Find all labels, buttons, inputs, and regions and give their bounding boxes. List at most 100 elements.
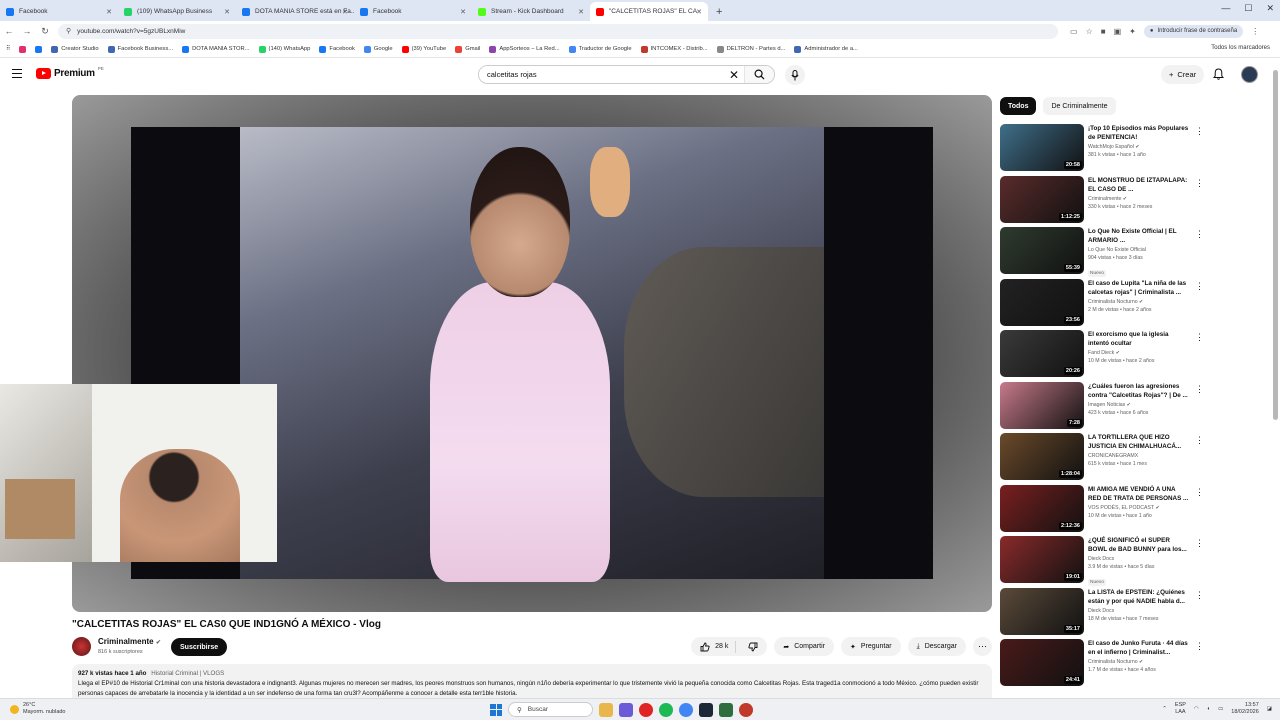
recommended-video[interactable]: 35:17 La LISTA de EPSTEIN: ¿Quiénes están… [1000, 587, 1210, 640]
video-thumbnail[interactable]: 19:01 [1000, 536, 1084, 583]
video-thumbnail[interactable]: 55:39 [1000, 227, 1084, 274]
puzzle-icon[interactable]: ✦ [1129, 27, 1136, 36]
recommended-video[interactable]: 19:01 ¿QUÉ SIGNIFICÓ el SUPER BOWL de BAD… [1000, 536, 1210, 588]
bookmark-item[interactable] [35, 45, 43, 53]
recommended-video[interactable]: 20:58 ¡Top 10 Episodios más Populares de … [1000, 124, 1210, 176]
clear-search-icon[interactable]: ✕ [724, 68, 744, 82]
browser-tab[interactable]: Facebook ✕ [354, 2, 472, 21]
bookmark-item[interactable]: Google [363, 45, 393, 53]
recommended-video[interactable]: 23:56 El caso de Lupita "La niña de las c… [1000, 278, 1210, 331]
video-title-link[interactable]: El caso de Junko Furuta · 44 días en el … [1088, 639, 1190, 657]
chip-all[interactable]: Todos [1000, 97, 1037, 115]
video-title-link[interactable]: ¿QUÉ SIGNIFICÓ el SUPER BOWL de BAD BUNN… [1088, 536, 1190, 554]
recommended-video[interactable]: 1:12:25 EL MONSTRUO DE IZTAPALAPA: EL CAS… [1000, 175, 1210, 228]
bookmark-item[interactable]: AppSorteos – La Red... [489, 45, 560, 53]
reload-icon[interactable]: ↻ [36, 26, 54, 37]
video-thumbnail[interactable]: 7:28 [1000, 381, 1084, 429]
recommended-video[interactable]: 20:26 El exorcismo que la iglesia intentó… [1000, 330, 1210, 382]
video-title-link[interactable]: LA TORTILLERA QUE HIZO JUSTICIA EN CHIMA… [1088, 433, 1190, 451]
video-channel[interactable]: Criminalista Nocturno ✔ [1088, 299, 1190, 305]
browser-tab[interactable]: Stream - Kick Dashboard ✕ [472, 2, 590, 21]
opera-icon[interactable] [639, 702, 653, 717]
video-title-link[interactable]: La LISTA de EPSTEIN: ¿Quiénes están y po… [1088, 588, 1190, 606]
channel-name[interactable]: Criminalmente ✔ [98, 637, 161, 646]
notification-center-icon[interactable]: ◪ [1267, 706, 1272, 712]
new-tab-button[interactable]: + [708, 2, 730, 21]
bookmark-item[interactable]: DELTRON - Partes d... [716, 45, 785, 53]
page-scrollbar[interactable] [1273, 70, 1278, 420]
bookmark-item[interactable]: Facebook [319, 45, 355, 53]
dislike-button[interactable] [741, 642, 767, 652]
browser-tab[interactable]: DOTA MANIA STORE está en Fa... ✕ [236, 2, 354, 21]
bookmark-item[interactable]: DOTA MANIA STOR... [182, 45, 250, 53]
maximize-icon[interactable]: ☐ [1244, 3, 1252, 14]
notifications-button[interactable] [1212, 67, 1225, 85]
language-indicator[interactable]: ESP LAA [1175, 702, 1186, 716]
back-icon[interactable]: ← [0, 26, 18, 36]
extension-icon[interactable]: ■ [1101, 27, 1106, 36]
recommended-video[interactable]: 7:28 ¿Cuáles fueron las agresiones contra… [1000, 381, 1210, 434]
video-thumbnail[interactable]: 23:56 [1000, 278, 1084, 326]
app-icon[interactable] [719, 702, 733, 717]
youtube-logo[interactable]: Premium PE [36, 66, 104, 79]
bookmark-item[interactable]: (140) WhatsApp [258, 45, 310, 53]
browser-tab[interactable]: Facebook ✕ [0, 2, 118, 21]
all-bookmarks[interactable]: Todos los marcadores [1211, 45, 1270, 51]
more-options-icon[interactable]: ⋮ [1195, 538, 1204, 549]
more-options-icon[interactable]: ⋮ [1195, 178, 1204, 189]
more-options-icon[interactable]: ⋮ [1195, 281, 1204, 292]
video-thumbnail[interactable]: 35:17 [1000, 587, 1084, 635]
more-options-icon[interactable]: ⋮ [1195, 641, 1204, 652]
weather-widget[interactable]: 26°C Mayorm. nublado [10, 702, 66, 716]
cast-icon[interactable]: ▭ [1070, 27, 1078, 36]
profile-button[interactable]: ● Introducir frase de contraseña [1143, 24, 1244, 38]
video-thumbnail[interactable]: 1:12:25 [1000, 175, 1084, 223]
bookmark-item[interactable]: Administrador de a... [794, 45, 858, 53]
like-button[interactable]: 28 k [691, 640, 737, 653]
bookmark-item[interactable] [19, 45, 27, 53]
browser-tab[interactable]: "CALCETITAS ROJAS" EL CA ✕ [590, 2, 708, 21]
apps-grid-icon[interactable]: ⠿ [6, 46, 10, 52]
recommended-video[interactable]: 2:12:36 MI AMIGA ME VENDIÓ A UNA RED DE T… [1000, 484, 1210, 537]
video-channel[interactable]: WatchMojo Español ✔ [1088, 144, 1190, 150]
taskbar-search[interactable]: ⚲ Buscar [508, 702, 593, 717]
file-explorer-icon[interactable] [599, 702, 613, 717]
obs-icon[interactable] [739, 702, 753, 717]
video-title-link[interactable]: MI AMIGA ME VENDIÓ A UNA RED DE TRATA DE… [1088, 485, 1190, 503]
video-title-link[interactable]: ¡Top 10 Episodios más Populares de PENIT… [1088, 124, 1190, 142]
ask-button[interactable]: ✦ Preguntar [840, 637, 901, 656]
video-channel[interactable]: CRONICANEGRAMX [1088, 453, 1190, 459]
volume-icon[interactable]: ◖ [1207, 706, 1210, 712]
url-field[interactable]: ⚲ youtube.com/watch?v=5gzUBLxnMiw [58, 23, 1058, 39]
bookmark-item[interactable]: Creator Studio [51, 45, 99, 53]
video-channel[interactable]: Criminalmente ✔ [1088, 196, 1190, 202]
description-playlist-tag[interactable]: Historial Criminal | VLOGS [151, 670, 224, 677]
tab-close-icon[interactable]: ✕ [106, 8, 112, 16]
more-options-icon[interactable]: ⋮ [1195, 332, 1204, 343]
more-options-icon[interactable]: ⋮ [1195, 384, 1204, 395]
video-channel[interactable]: Fand Dieck ✔ [1088, 350, 1190, 356]
site-info-icon[interactable]: ⚲ [66, 27, 71, 35]
more-options-icon[interactable]: ⋮ [1195, 487, 1204, 498]
more-options-icon[interactable]: ⋮ [1195, 126, 1204, 137]
recommended-video[interactable]: 55:39 Lo Que No Existe Official | EL ARMA… [1000, 227, 1210, 279]
more-options-icon[interactable]: ⋮ [1195, 590, 1204, 601]
account-avatar[interactable] [1241, 66, 1258, 83]
discord-icon[interactable] [619, 702, 633, 717]
video-title-link[interactable]: El exorcismo que la iglesia intentó ocul… [1088, 330, 1190, 348]
search-button[interactable] [744, 66, 774, 83]
video-channel[interactable]: Criminalista Nocturno ✔ [1088, 659, 1190, 665]
clock[interactable]: 13:57 18/02/2026 [1231, 702, 1259, 716]
chip-from-channel[interactable]: De Criminalmente [1043, 97, 1116, 115]
more-options-icon[interactable]: ⋮ [1195, 435, 1204, 446]
bookmark-item[interactable]: Traductor de Google [568, 45, 632, 53]
video-title-link[interactable]: ¿Cuáles fueron las agresiones contra "Ca… [1088, 382, 1190, 400]
download-button[interactable]: ⤓ Descargar [907, 637, 966, 656]
video-thumbnail[interactable]: 24:41 [1000, 639, 1084, 686]
browser-tab[interactable]: (109) WhatsApp Business ✕ [118, 2, 236, 21]
video-thumbnail[interactable]: 20:26 [1000, 330, 1084, 377]
tab-close-icon[interactable]: ✕ [696, 8, 702, 16]
video-channel[interactable]: Dieck Docs [1088, 608, 1190, 614]
video-thumbnail[interactable]: 2:12:36 [1000, 484, 1084, 532]
tab-close-icon[interactable]: ✕ [224, 8, 230, 16]
